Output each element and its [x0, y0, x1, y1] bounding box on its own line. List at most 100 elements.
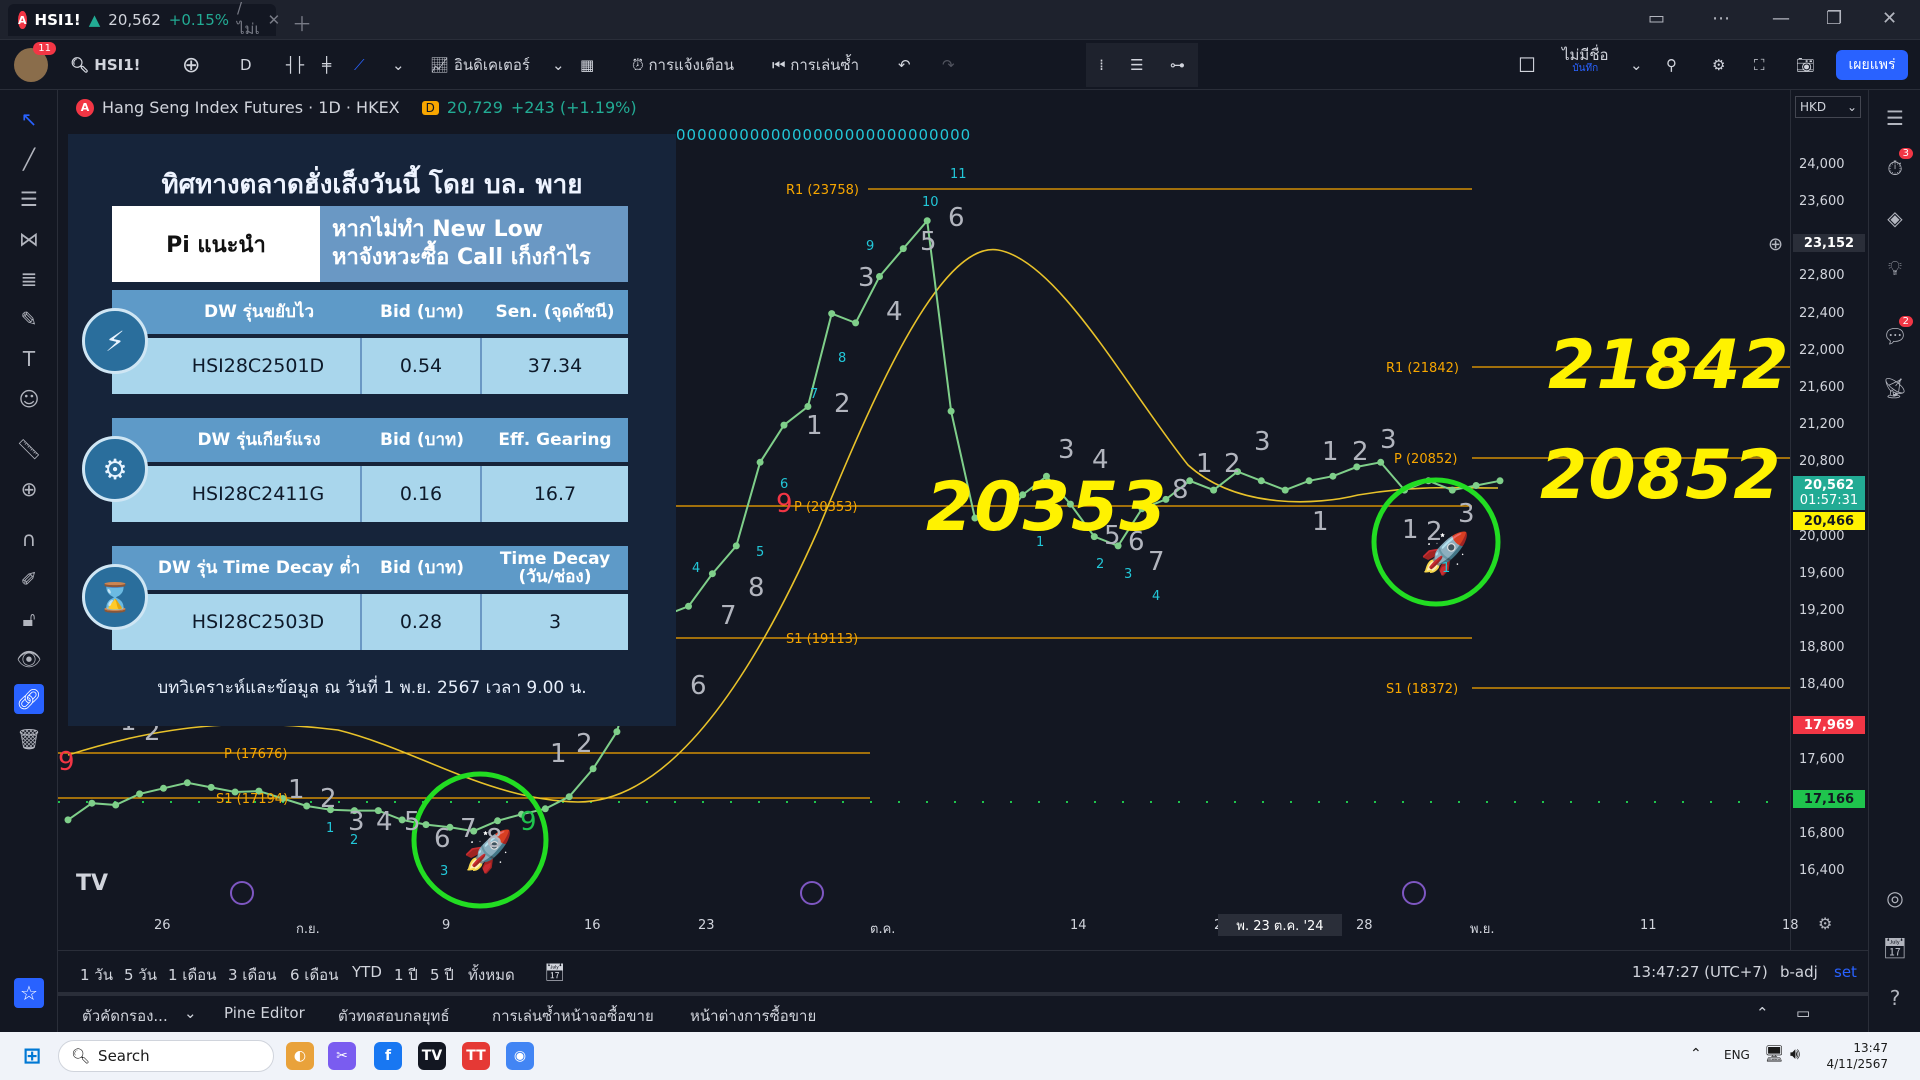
object-tree-icon[interactable]: ⊶	[1170, 56, 1185, 74]
range-5y[interactable]: 5 ปี	[430, 963, 454, 987]
range-1y[interactable]: 1 ปี	[394, 963, 418, 987]
chevron-up-icon[interactable]: ⌃	[1756, 1004, 1769, 1022]
close-window-icon[interactable]: ✕	[1882, 8, 1897, 29]
tab-pine-editor[interactable]: Pine Editor	[224, 1004, 305, 1022]
camera-icon[interactable]: 📷︎	[1796, 50, 1815, 80]
emoji-icon[interactable]: ☺	[14, 384, 44, 414]
chevron-down-icon[interactable]: ⌄	[184, 1004, 197, 1022]
tab-screener[interactable]: ตัวคัดกรอง...	[82, 1004, 168, 1028]
fullscreen-icon[interactable]: ⛶	[1754, 50, 1765, 80]
text-icon[interactable]: T	[14, 344, 44, 374]
chart-legend[interactable]: A Hang Seng Index Futures · 1D · HKEX D …	[76, 98, 637, 117]
watchlist-icon[interactable]: ☰	[1879, 102, 1911, 134]
chrome-icon[interactable]: ◉	[506, 1042, 534, 1070]
layout-name[interactable]: ไม่มีชื่อ บันทึก	[1562, 48, 1609, 78]
chevron-down-icon[interactable]: ⌄	[1630, 50, 1643, 80]
alerts-clock-icon[interactable]: ⏱︎ 3	[1879, 148, 1913, 184]
taskbar-clock[interactable]: 13:47 4/11/2567	[1818, 1040, 1888, 1072]
tab-trading-replay[interactable]: การเล่นซ้ำหน้าจอซื้อขาย	[492, 1004, 654, 1028]
windows-start-icon[interactable]: ⊞	[18, 1042, 46, 1070]
drag-handle-icon[interactable]: ⁞	[1099, 56, 1104, 74]
goto-date-icon[interactable]: 📅︎	[544, 963, 566, 983]
range-6m[interactable]: 6 เดือน	[290, 963, 338, 987]
screen-icon[interactable]: ▭	[1648, 8, 1665, 29]
clock-timezone[interactable]: 13:47:27 (UTC+7)	[1632, 963, 1768, 981]
chat-icon[interactable]: 💬︎ 2	[1879, 316, 1913, 352]
app-icon[interactable]: ✂	[328, 1042, 356, 1070]
alerts-button[interactable]: ⏰︎ การแจ้งเตือน	[632, 50, 734, 80]
templates-grid-icon[interactable]: ▦	[580, 50, 594, 80]
range-all[interactable]: ทั้งหมด	[468, 963, 515, 987]
settings-gear-icon[interactable]: ⚙	[1712, 50, 1725, 80]
lock-drawing-icon[interactable]: ✐	[14, 564, 44, 594]
layers-icon[interactable]: ◈	[1879, 202, 1911, 234]
facebook-icon[interactable]: f	[374, 1042, 402, 1070]
network-icon[interactable]: 🖥︎	[1764, 1044, 1784, 1063]
taskbar-search[interactable]: 🔍︎ Search	[58, 1040, 274, 1072]
ruler-icon[interactable]: 📏︎	[14, 434, 44, 464]
adjustment-toggle[interactable]: b-adj	[1780, 963, 1818, 981]
signal-icon[interactable]: 📡︎	[1879, 372, 1911, 404]
replay-button[interactable]: ⏮︎ การเล่นซ้ำ	[772, 50, 859, 80]
browser-tab[interactable]: A HSI1! ▲ 20,562 +0.15% / ไม่เ ✕	[8, 0, 280, 38]
symbol-search[interactable]: 🔍︎ HSI1!	[70, 50, 140, 80]
maximize-panel-icon[interactable]: ▭	[1796, 1004, 1810, 1022]
list-icon[interactable]: ☰	[1130, 56, 1143, 74]
maximize-icon[interactable]: ❐	[1826, 8, 1842, 29]
eye-icon[interactable]: 👁︎	[14, 644, 44, 674]
tab-trading-panel[interactable]: หน้าต่างการซื้อขาย	[690, 1004, 816, 1028]
bars-icon[interactable]: ╪	[322, 50, 331, 80]
trading-app-icon[interactable]: TT	[462, 1042, 490, 1070]
tradingview-taskbar-icon[interactable]: TV	[418, 1042, 446, 1070]
svg-text:5: 5	[920, 227, 937, 257]
line-chart-icon[interactable]: ⟋	[354, 50, 365, 80]
chevron-up-icon[interactable]: ⌃	[1690, 1046, 1702, 1062]
currency-select[interactable]: HKD ⌄	[1795, 96, 1861, 118]
favorites-star-icon[interactable]: ☆	[14, 978, 44, 1008]
minimize-icon[interactable]: —	[1772, 8, 1790, 29]
pattern-icon[interactable]: ⋈	[14, 224, 44, 254]
trash-icon[interactable]: 🗑︎	[14, 724, 44, 754]
range-3m[interactable]: 3 เดือน	[228, 963, 276, 987]
tab-strategy-tester[interactable]: ตัวทดสอบกลยุทธ์	[338, 1004, 450, 1028]
undo-icon[interactable]: ↶	[898, 50, 911, 80]
target-icon[interactable]: ◎	[1879, 882, 1911, 914]
indicators-button[interactable]: 📈︎ อินดิเคเตอร์	[430, 50, 530, 80]
link-icon[interactable]: 🔗︎	[14, 684, 44, 714]
more-icon[interactable]: ⋯	[1712, 8, 1730, 29]
calendar-icon[interactable]: 📅︎	[1879, 932, 1911, 964]
volume-icon[interactable]: 🔊︎	[1790, 1044, 1800, 1064]
help-icon[interactable]: ?	[1879, 982, 1911, 1014]
fib-icon[interactable]: ≣	[14, 264, 44, 294]
settlement-toggle[interactable]: set	[1834, 963, 1857, 981]
range-5d[interactable]: 5 วัน	[124, 963, 157, 987]
horizontal-lines-icon[interactable]: ☰	[14, 184, 44, 214]
price-axis[interactable]: HKD ⌄ 24,000 23,600 22,800 22,400 22,000 21,60…	[1790, 90, 1868, 950]
trend-line-icon[interactable]: ╱	[14, 144, 44, 174]
quick-search-icon[interactable]: ⚲	[1666, 50, 1677, 80]
range-1d[interactable]: 1 วัน	[80, 963, 113, 987]
interval-button[interactable]: D	[240, 50, 252, 80]
language-indicator[interactable]: ENG	[1724, 1048, 1750, 1062]
zoom-in-icon[interactable]: ⊕	[14, 474, 44, 504]
avatar[interactable]: 11	[14, 42, 56, 82]
axis-settings-icon[interactable]: ⚙	[1818, 914, 1832, 933]
magnet-icon[interactable]: ∩	[14, 524, 44, 554]
copilot-icon[interactable]: ◐	[286, 1042, 314, 1070]
add-price-alert-icon[interactable]: ⊕	[1768, 234, 1783, 255]
cursor-icon[interactable]: ↖	[14, 104, 44, 134]
lock-icon[interactable]: 🔓︎	[14, 604, 44, 634]
chevron-down-icon[interactable]: ⌄	[392, 50, 405, 80]
compare-add-icon[interactable]: ⊕	[182, 50, 200, 80]
candles-icon[interactable]: ┤├	[286, 50, 304, 80]
idea-bulb-icon[interactable]: 💡︎	[1879, 252, 1911, 284]
publish-button[interactable]: เผยแพร่	[1836, 50, 1908, 80]
chevron-down-icon[interactable]: ⌄	[552, 50, 565, 80]
redo-icon[interactable]: ↷	[942, 50, 955, 80]
range-ytd[interactable]: YTD	[352, 963, 382, 981]
close-tab-icon[interactable]: ✕	[268, 11, 281, 29]
layout-square-icon[interactable]: ☐	[1518, 50, 1536, 80]
range-1m[interactable]: 1 เดือน	[168, 963, 216, 987]
new-tab-icon[interactable]: ＋	[292, 8, 312, 37]
brush-icon[interactable]: ✎	[14, 304, 44, 334]
